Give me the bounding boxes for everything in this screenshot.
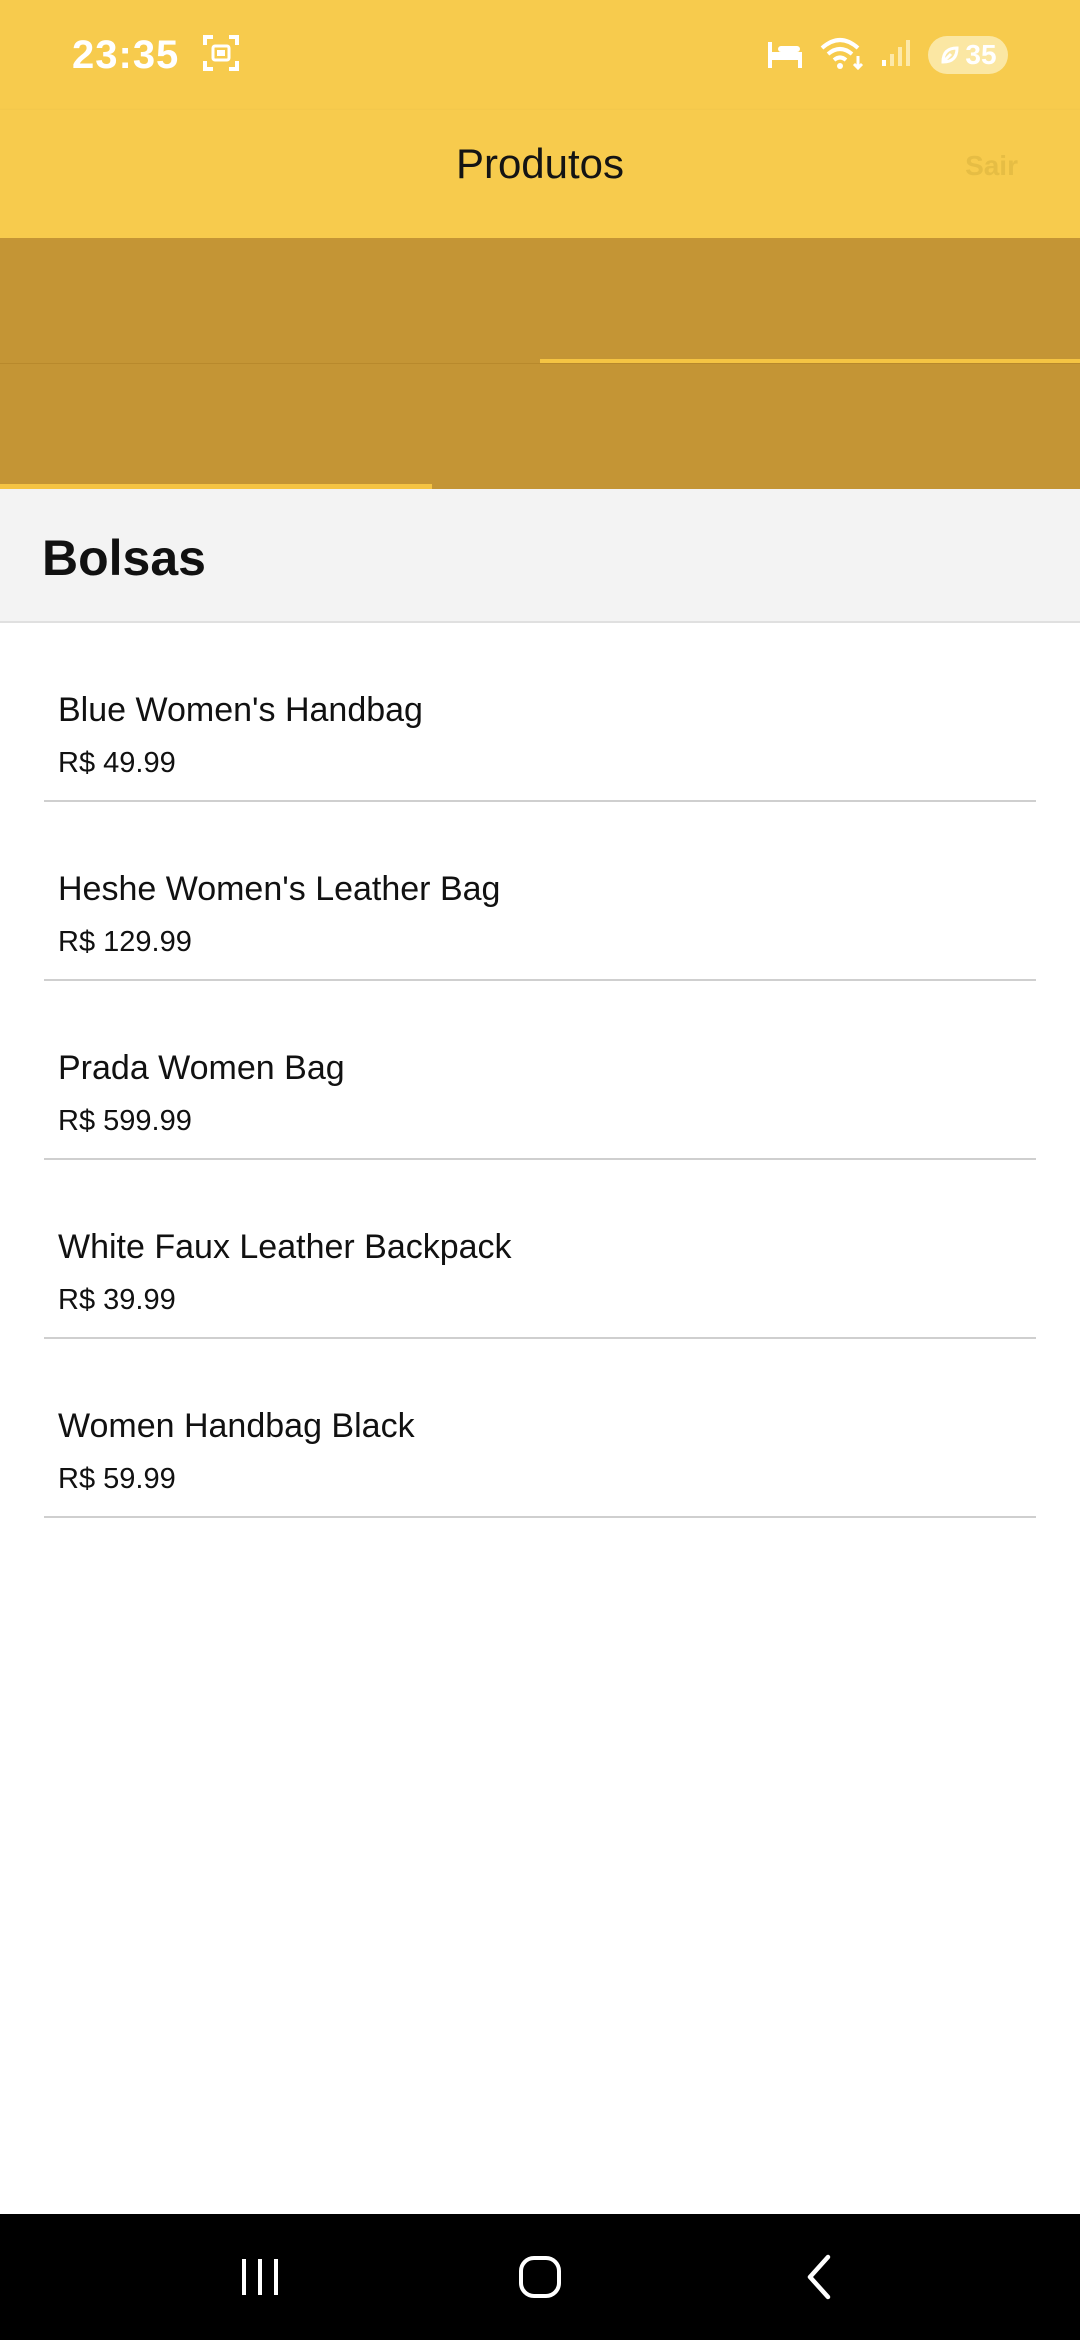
tab-bar-primary[interactable]	[0, 238, 1080, 364]
battery-level: 35	[965, 39, 997, 70]
signal-icon	[880, 38, 912, 73]
back-icon[interactable]	[760, 2227, 880, 2327]
section-title: Bolsas	[42, 530, 206, 586]
battery-icon: 35	[928, 36, 1008, 74]
product-price: R$ 49.99	[58, 747, 176, 779]
list-item[interactable]: Prada Women Bag R$ 599.99	[44, 981, 1036, 1160]
page-title: Produtos	[455, 140, 625, 187]
product-name: Blue Women's Handbag	[58, 691, 423, 729]
list-item[interactable]: White Faux Leather Backpack R$ 39.99	[44, 1160, 1036, 1339]
wifi-icon	[820, 36, 864, 75]
product-name: Prada Women Bag	[58, 1049, 345, 1087]
product-price: R$ 599.99	[58, 1105, 192, 1137]
status-right: 35	[766, 36, 1008, 75]
list-item[interactable]: Blue Women's Handbag R$ 49.99	[44, 623, 1036, 802]
tab-bar-secondary[interactable]	[0, 363, 1080, 489]
product-price: R$ 59.99	[58, 1463, 176, 1495]
product-list: Blue Women's Handbag R$ 49.99 Heshe Wome…	[0, 623, 1080, 1518]
section-header: Bolsas	[0, 489, 1080, 623]
system-nav-bar	[0, 2214, 1080, 2340]
sleep-icon	[766, 36, 804, 75]
screen: 23:35 35 Produtos Sair Bolsas Blue Women…	[0, 0, 1080, 2340]
product-price: R$ 129.99	[58, 926, 192, 958]
status-time: 23:35	[72, 32, 180, 77]
recent-apps-icon[interactable]	[200, 2227, 320, 2327]
logout-button[interactable]: Sair	[965, 150, 1018, 182]
screenshot-icon	[201, 33, 241, 78]
status-left: 23:35	[72, 33, 241, 78]
list-item[interactable]: Heshe Women's Leather Bag R$ 129.99	[44, 802, 1036, 981]
status-bar: 23:35 35	[0, 0, 1080, 110]
product-name: Women Handbag Black	[58, 1407, 415, 1445]
product-name: Heshe Women's Leather Bag	[58, 870, 501, 908]
product-price: R$ 39.99	[58, 1284, 176, 1316]
list-item[interactable]: Women Handbag Black R$ 59.99	[44, 1339, 1036, 1518]
app-bar: Produtos Sair	[0, 110, 1080, 238]
home-icon[interactable]	[480, 2227, 600, 2327]
product-name: White Faux Leather Backpack	[58, 1228, 512, 1266]
